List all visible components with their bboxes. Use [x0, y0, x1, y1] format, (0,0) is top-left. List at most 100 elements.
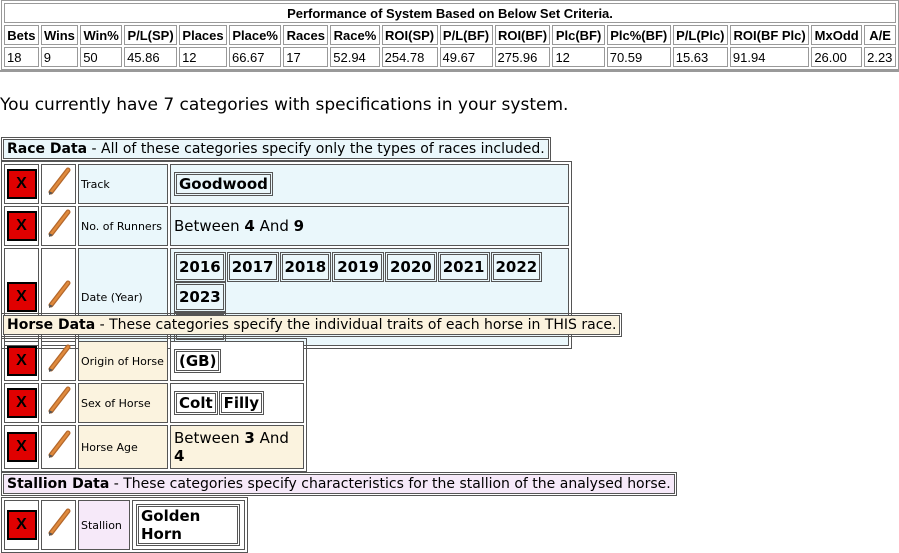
value-chip: Colt: [174, 391, 218, 415]
performance-values-row: 18 9 50 45.86 12 66.67 17 52.94 254.78 49.67 275.9…: [4, 47, 896, 67]
perf-value-cell: 26.00: [811, 47, 863, 67]
category-row-stallion: X Stallion Golden Horn: [4, 500, 245, 550]
delete-origin-button[interactable]: X: [6, 346, 37, 376]
stallion-data-desc: - These categories specify characteristi…: [109, 476, 671, 492]
pencil-icon[interactable]: [44, 167, 74, 197]
horse-data-title: Horse Data: [7, 317, 96, 333]
perf-header-cell: Wins: [40, 25, 79, 45]
pencil-icon[interactable]: [44, 344, 74, 374]
perf-value-cell: 52.94: [330, 47, 380, 67]
categories-summary: You currently have 7 categories with spe…: [0, 95, 569, 115]
value-chip: 2017: [226, 252, 279, 282]
horse-data-table: X Origin of Horse (GB) X Sex of Horse Co…: [1, 338, 307, 472]
perf-value-cell: 9: [40, 47, 79, 67]
perf-value-cell: 275.96: [494, 47, 551, 67]
perf-value-cell: 45.86: [124, 47, 178, 67]
perf-header-cell: ROI(BF): [494, 25, 551, 45]
category-values: Between 4 And 9: [170, 206, 569, 246]
perf-value-cell: 66.67: [228, 47, 282, 67]
perf-header-cell: MxOdd: [811, 25, 863, 45]
perf-value-cell: 50: [80, 47, 123, 67]
category-label: Stallion: [78, 500, 130, 550]
horse-data-header: Horse Data - These categories specify th…: [1, 313, 623, 337]
perf-header-cell: ROI(BF Plc): [729, 25, 810, 45]
delete-runners-button[interactable]: X: [6, 211, 37, 241]
performance-table: Performance of System Based on Below Set…: [1, 0, 899, 70]
race-data-header: Race Data - All of these categories spec…: [1, 137, 551, 161]
delete-age-button[interactable]: X: [6, 432, 37, 462]
perf-value-cell: 2.23: [864, 47, 896, 67]
perf-value-cell: 254.78: [381, 47, 438, 67]
perf-value-cell: 18: [4, 47, 39, 67]
perf-header-cell: Races: [283, 25, 329, 45]
range-to: 9: [293, 217, 305, 235]
range-from: 3: [244, 429, 255, 447]
value-chip: Filly: [218, 391, 265, 415]
perf-header-cell: Plc%(BF): [606, 25, 671, 45]
value-chip: (GB): [174, 349, 222, 373]
category-label: Track: [78, 164, 168, 204]
value-chip: Goodwood: [174, 172, 273, 196]
category-row-track: X Track Goodwood: [4, 164, 569, 204]
value-chip: 2023: [174, 282, 226, 312]
category-label: Horse Age: [78, 425, 168, 469]
perf-header-cell: Places: [179, 25, 227, 45]
value-chip: 2021: [437, 252, 490, 282]
delete-track-button[interactable]: X: [6, 169, 37, 199]
category-values: (GB): [170, 341, 304, 381]
stallion-data-table: X Stallion Golden Horn: [1, 497, 248, 553]
perf-header-cell: Place%: [228, 25, 282, 45]
value-chip: 2020: [385, 252, 437, 282]
delete-sex-button[interactable]: X: [6, 388, 37, 418]
perf-header-cell: P/L(BF): [439, 25, 493, 45]
race-data-title: Race Data: [7, 141, 88, 157]
perf-header-cell: Race%: [330, 25, 380, 45]
category-values: Goodwood: [170, 164, 569, 204]
perf-value-cell: 12: [179, 47, 227, 67]
category-row-age: X Horse Age Between 3 And 4: [4, 425, 304, 469]
pencil-icon[interactable]: [44, 508, 74, 538]
divider: [0, 70, 899, 72]
range-from: 4: [244, 217, 255, 235]
perf-header-cell: P/L(SP): [124, 25, 178, 45]
range-to: 4: [174, 447, 185, 465]
perf-value-cell: 12: [552, 47, 605, 67]
category-row-runners: X No. of Runners Between 4 And 9: [4, 206, 569, 246]
perf-header-cell: P/L(Plc): [672, 25, 728, 45]
race-data-desc: - All of these categories specify only t…: [87, 141, 545, 157]
perf-value-cell: 17: [283, 47, 329, 67]
delete-year-button[interactable]: X: [6, 282, 37, 312]
perf-value-cell: 49.67: [439, 47, 493, 67]
category-label: Sex of Horse: [78, 383, 168, 423]
category-row-origin: X Origin of Horse (GB): [4, 341, 304, 381]
perf-header-cell: A/E: [864, 25, 896, 45]
value-chip: 2016: [174, 252, 226, 282]
category-values: Between 3 And 4: [170, 425, 304, 469]
perf-header-cell: Win%: [80, 25, 123, 45]
perf-header-cell: Bets: [4, 25, 39, 45]
performance-header-row: Bets Wins Win% P/L(SP) Places Place% Races Race…: [4, 25, 896, 45]
perf-value-cell: 70.59: [606, 47, 671, 67]
pencil-icon[interactable]: [44, 430, 74, 460]
horse-data-desc: - These categories specify the individua…: [95, 317, 617, 333]
perf-value-cell: 91.94: [729, 47, 810, 67]
pencil-icon[interactable]: [44, 209, 74, 239]
value-chip: Golden Horn: [136, 504, 240, 546]
value-chip: 2018: [279, 252, 332, 282]
category-values: Golden Horn: [132, 500, 245, 550]
pencil-icon[interactable]: [44, 386, 74, 416]
category-label: Origin of Horse: [78, 341, 168, 381]
perf-header-cell: Plc(BF): [552, 25, 605, 45]
value-chip: 2019: [332, 252, 384, 282]
performance-caption: Performance of System Based on Below Set…: [4, 3, 896, 23]
category-label: No. of Runners: [78, 206, 168, 246]
perf-header-cell: ROI(SP): [381, 25, 438, 45]
value-chip: 2022: [490, 252, 543, 282]
category-row-sex: X Sex of Horse Colt Filly: [4, 383, 304, 423]
perf-value-cell: 15.63: [672, 47, 728, 67]
category-values: Colt Filly: [170, 383, 304, 423]
pencil-icon[interactable]: [44, 280, 74, 310]
stallion-data-header: Stallion Data - These categories specify…: [1, 472, 677, 496]
stallion-data-title: Stallion Data: [7, 476, 110, 492]
delete-stallion-button[interactable]: X: [6, 510, 37, 540]
